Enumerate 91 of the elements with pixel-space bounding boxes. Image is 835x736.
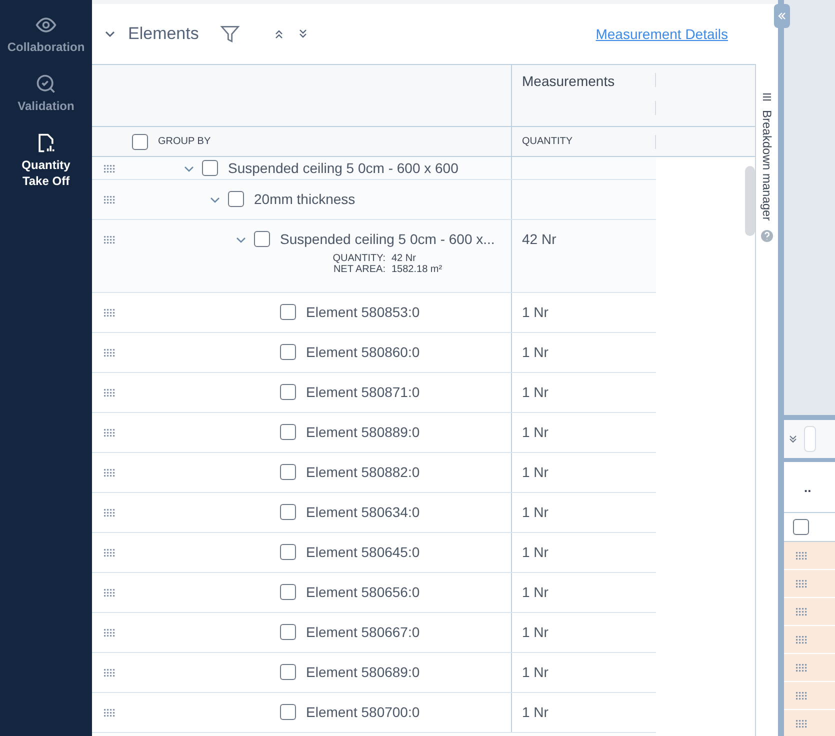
drag-handle-icon[interactable] [104,165,116,173]
detail-value: 42 Nr [392,253,417,264]
row-label: Element 580871:0 [306,384,420,400]
double-chevron-down-icon[interactable] [788,434,798,444]
quantity-cell-text: 1 Nr [521,423,548,442]
checkbox[interactable] [280,584,296,600]
checkbox[interactable] [280,504,296,520]
checkbox[interactable] [280,544,296,560]
detail-label: NET AREA: [332,264,386,275]
checkbox[interactable] [280,624,296,640]
checkbox[interactable] [280,424,296,440]
row-label: Suspended ceiling 5 0cm - 600 x 600 [228,160,458,176]
nav-item[interactable]: Collaboration [8,14,84,55]
drag-handle-icon[interactable] [104,549,116,557]
row-label: Element 580689:0 [306,664,420,680]
drag-handle-icon[interactable] [796,720,808,728]
drag-handle-icon[interactable] [104,389,116,397]
double-chevron-left-icon [777,11,787,21]
drag-handle-icon[interactable] [796,552,808,560]
quantity-cell-text: 1 Nr [521,623,548,642]
row-label: Element 580853:0 [306,304,420,320]
filter-icon[interactable] [218,23,241,45]
row-label: Element 580634:0 [306,504,420,520]
drag-handle-icon[interactable] [104,196,116,204]
nav-item[interactable]: Quantity Take Off [8,132,84,189]
quantity-cell-text: 1 Nr [521,303,548,322]
search-check-icon [35,73,57,95]
detail-label: QUANTITY: [332,253,386,264]
nav-item[interactable]: Validation [18,73,74,114]
drag-handle-icon[interactable] [796,692,808,700]
checkbox[interactable] [228,191,244,207]
row-label: Element 580860:0 [306,344,420,360]
checkbox[interactable] [280,464,296,480]
quantity-cell-text: 1 Nr [521,583,548,602]
quantity-cell-text: 1 Nr [521,703,548,722]
help-icon[interactable] [760,228,774,243]
drag-handle-icon[interactable] [104,309,116,317]
quantity-cell-text: 1 Nr [521,383,548,402]
drag-handle-icon[interactable] [104,629,116,637]
lower-panel-label: .. [784,462,835,513]
row-label: Element 580667:0 [306,624,420,640]
group-by-label: GROUP BY [158,136,211,147]
quantity-cell-text: 1 Nr [521,463,548,482]
chevron-icon[interactable] [236,236,246,244]
measurement-details-link[interactable]: Measurement Details [596,26,728,42]
drag-handle-icon[interactable] [104,236,116,244]
panel-title: Elements [128,24,199,44]
checkbox[interactable] [280,304,296,320]
detail-value: 1582.18 m² [392,264,444,275]
quantity-cell-text: 1 Nr [521,343,548,362]
row-label: Element 580882:0 [306,464,420,480]
drag-handle-icon[interactable] [104,669,116,677]
tab-label: Breakdown manager [760,110,774,221]
checkbox[interactable] [202,160,218,176]
drag-handle-icon[interactable] [104,469,116,477]
drag-handle-icon[interactable] [104,429,116,437]
checkbox[interactable] [132,134,148,150]
drag-handle-icon[interactable] [796,636,808,644]
row-label: 20mm thickness [254,191,356,207]
chevron-icon[interactable] [184,165,194,173]
quantity-cell-text: 1 Nr [521,543,548,562]
checkbox[interactable] [254,231,270,247]
chevron-icon[interactable] [210,196,220,204]
checkbox[interactable] [793,519,809,535]
expand-all-icon[interactable] [296,28,309,40]
drag-handle-icon[interactable] [104,709,116,717]
scrollbar-thumb[interactable] [745,166,755,236]
row-label: Element 580656:0 [306,584,420,600]
drag-handle-icon[interactable] [104,509,116,517]
quantity-cell-text: 1 Nr [521,663,548,682]
drag-handle-icon[interactable] [104,589,116,597]
checkbox[interactable] [280,704,296,720]
row-label: Element 580889:0 [306,424,420,440]
row-label: Element 580700:0 [306,704,420,720]
checkbox[interactable] [280,664,296,680]
breakdown-manager-tab[interactable]: Breakdown manager [755,64,778,736]
column-group-header: Measurements [522,73,615,89]
row-label: Element 580645:0 [306,544,420,560]
checkbox[interactable] [280,344,296,360]
collapse-button[interactable] [774,4,790,28]
drag-handle-icon[interactable] [796,608,808,616]
drag-handle-icon[interactable] [796,664,808,672]
quantity-cell-text: 42 Nr [521,230,556,249]
row-label: Suspended ceiling 5 0cm - 600 x... [280,231,495,247]
checkbox[interactable] [280,384,296,400]
column-header: QUANTITY [522,136,573,147]
list-icon [762,92,772,102]
quantity-cell-text: 1 Nr [521,503,548,522]
drag-handle-icon[interactable] [796,580,808,588]
drag-handle-icon[interactable] [104,349,116,357]
lower-row[interactable] [784,710,835,736]
